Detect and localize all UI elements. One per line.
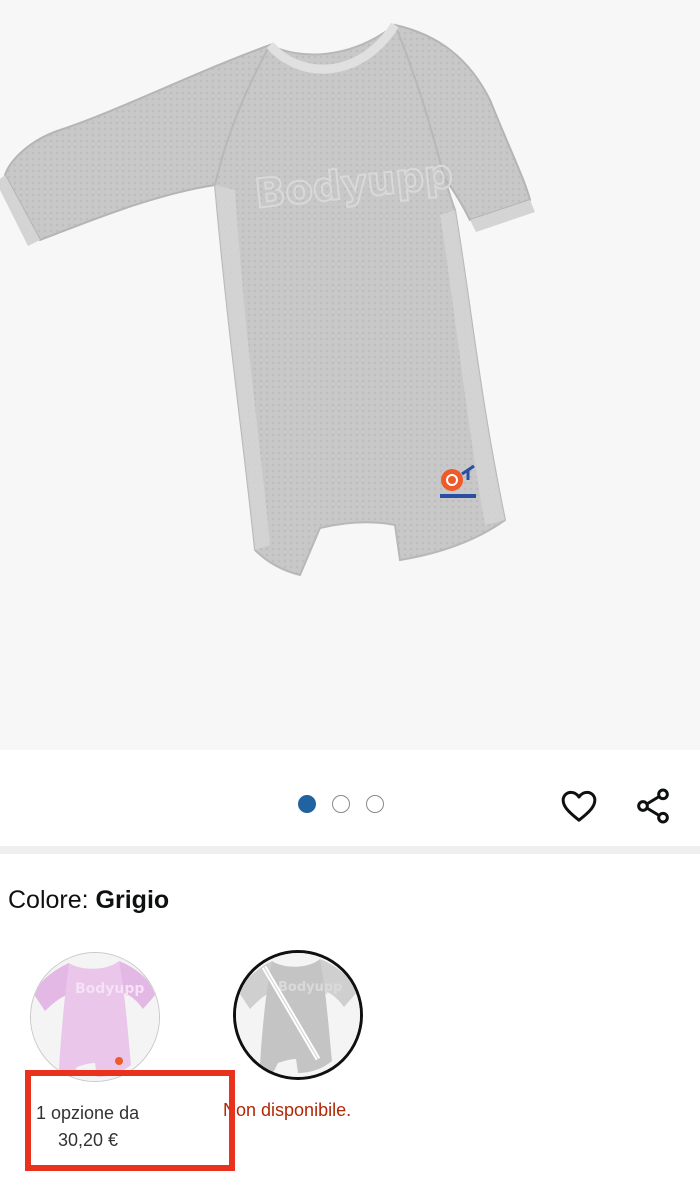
carousel-dot-1[interactable] [298, 795, 316, 813]
selected-color-value: Grigio [95, 886, 170, 914]
grey-romper-swatch[interactable]: Bodyupp [233, 950, 363, 1080]
carousel-dot-3[interactable] [366, 795, 384, 813]
unavailable-status: Non disponibile. [223, 1100, 352, 1120]
carousel-dots [298, 795, 384, 813]
carousel-dot-2[interactable] [332, 795, 350, 813]
product-image-area[interactable]: Bodyupp [0, 0, 700, 750]
color-label: Colore: Grigio [8, 886, 169, 915]
share-icon[interactable] [633, 786, 673, 826]
baby-romper-grey-image: Bodyupp [0, 22, 535, 577]
pink-romper-swatch[interactable]: Bodyupp [30, 952, 160, 1082]
svg-text:Bodyupp: Bodyupp [75, 981, 144, 997]
section-divider [0, 846, 700, 854]
color-label-prefix: Colore: [8, 886, 96, 914]
heart-icon[interactable] [559, 786, 599, 826]
highlight-box [25, 1070, 235, 1171]
svg-text:Bodyupp: Bodyupp [278, 980, 343, 995]
